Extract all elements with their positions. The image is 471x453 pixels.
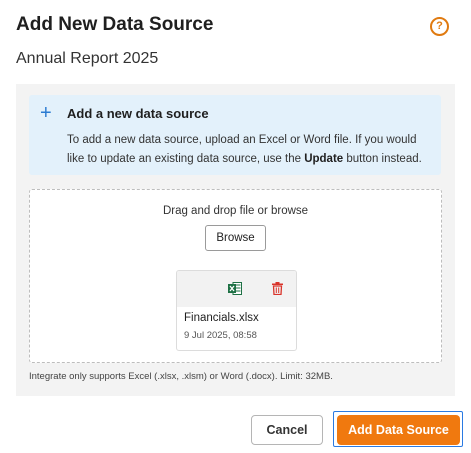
info-text-update-emphasis: Update bbox=[304, 153, 344, 165]
dialog-title: Add New Data Source bbox=[16, 14, 214, 35]
uploaded-file-card: Financials.xlsx 9 Jul 2025, 08:58 bbox=[176, 270, 297, 351]
drop-zone-text: Drag and drop file or browse bbox=[162, 205, 309, 217]
info-text: To add a new data source, upload an Exce… bbox=[67, 131, 429, 169]
file-date: 9 Jul 2025, 08:58 bbox=[184, 330, 257, 341]
info-box: + Add a new data source To add a new dat… bbox=[29, 95, 441, 175]
cancel-button[interactable]: Cancel bbox=[251, 415, 323, 445]
file-name: Financials.xlsx bbox=[184, 312, 259, 324]
help-icon[interactable]: ? bbox=[430, 17, 449, 36]
excel-icon bbox=[228, 282, 242, 295]
dialog-header: Add New Data Source Annual Report 2025 ? bbox=[16, 12, 455, 69]
plus-icon: + bbox=[40, 102, 52, 124]
file-support-note: Integrate only supports Excel (.xlsx, .x… bbox=[29, 371, 333, 382]
add-data-source-button[interactable]: Add Data Source bbox=[337, 415, 460, 445]
file-card-header bbox=[177, 271, 296, 307]
dialog-body: + Add a new data source To add a new dat… bbox=[16, 84, 455, 396]
file-drop-zone[interactable]: Drag and drop file or browse Browse Fina… bbox=[29, 189, 442, 363]
browse-button[interactable]: Browse bbox=[205, 225, 266, 251]
trash-icon[interactable] bbox=[272, 282, 283, 295]
dialog-subtitle: Annual Report 2025 bbox=[16, 50, 159, 67]
info-text-part: button instead. bbox=[343, 153, 422, 165]
info-title: Add a new data source bbox=[67, 106, 209, 121]
